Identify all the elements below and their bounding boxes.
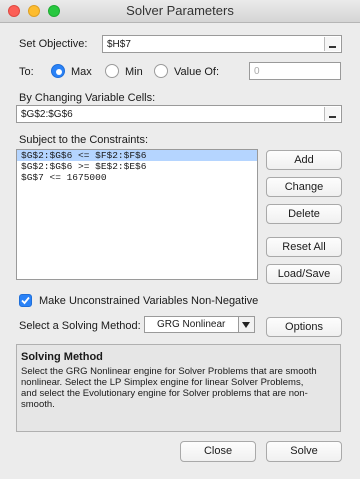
constraint-item[interactable]: $G$2:$G$6 <= $F$2:$F$6: [17, 150, 257, 161]
set-objective-field[interactable]: $H$7: [102, 35, 342, 53]
reset-all-button[interactable]: Reset All: [266, 237, 342, 257]
set-objective-label: Set Objective:: [19, 38, 88, 50]
radio-value-of-label: Value Of:: [174, 66, 220, 78]
collapse-reference-icon[interactable]: [324, 107, 340, 121]
radio-max-label: Max: [71, 66, 92, 78]
load-save-button[interactable]: Load/Save: [266, 264, 342, 284]
description-line: and select the Evolutionary engine for S…: [21, 388, 308, 399]
description-line: Select the GRG Nonlinear engine for Solv…: [21, 366, 317, 377]
close-button[interactable]: Close: [180, 441, 256, 462]
add-button[interactable]: Add: [266, 150, 342, 170]
delete-button[interactable]: Delete: [266, 204, 342, 224]
solve-button[interactable]: Solve: [266, 441, 342, 462]
radio-value-of[interactable]: [154, 64, 168, 78]
solving-method-title: Solving Method: [21, 351, 103, 363]
options-button[interactable]: Options: [266, 317, 342, 337]
changing-cells-field[interactable]: $G$2:$G$6: [16, 105, 342, 123]
radio-min[interactable]: [105, 64, 119, 78]
change-button[interactable]: Change: [266, 177, 342, 197]
description-line: nonlinear. Select the LP Simplex engine …: [21, 377, 304, 388]
solver-parameters-window: Solver Parameters Set Objective: $H$7 To…: [0, 0, 360, 479]
collapse-reference-icon[interactable]: [324, 37, 340, 51]
changing-cells-value: $G$2:$G$6: [21, 109, 73, 120]
constraints-label: Subject to the Constraints:: [19, 134, 149, 146]
solving-method-group: Solving Method Select the GRG Nonlinear …: [16, 344, 341, 432]
constraints-list[interactable]: $G$2:$G$6 <= $F$2:$F$6 $G$2:$G$6 >= $E$2…: [16, 149, 258, 280]
radio-max[interactable]: [51, 64, 65, 78]
checkmark-icon: [21, 296, 30, 305]
to-label: To:: [19, 66, 34, 78]
nonnegative-checkbox[interactable]: [19, 294, 32, 307]
solving-method-value: GRG Nonlinear: [157, 319, 226, 330]
solving-method-description: Select the GRG Nonlinear engine for Solv…: [21, 366, 339, 410]
chevron-down-icon: [238, 317, 254, 332]
changing-cells-label: By Changing Variable Cells:: [19, 92, 156, 104]
radio-min-label: Min: [125, 66, 143, 78]
window-title: Solver Parameters: [126, 3, 234, 18]
description-line: smooth.: [21, 399, 55, 410]
value-of-input[interactable]: 0: [249, 62, 341, 80]
title-bar: Solver Parameters: [0, 0, 360, 23]
nonnegative-label: Make Unconstrained Variables Non-Negativ…: [39, 295, 259, 307]
solving-method-label: Select a Solving Method:: [19, 320, 141, 332]
solving-method-select[interactable]: GRG Nonlinear: [144, 316, 255, 333]
constraint-item[interactable]: $G$7 <= 1675000: [17, 172, 257, 183]
set-objective-value: $H$7: [107, 39, 131, 50]
constraint-item[interactable]: $G$2:$G$6 >= $E$2:$E$6: [17, 161, 257, 172]
